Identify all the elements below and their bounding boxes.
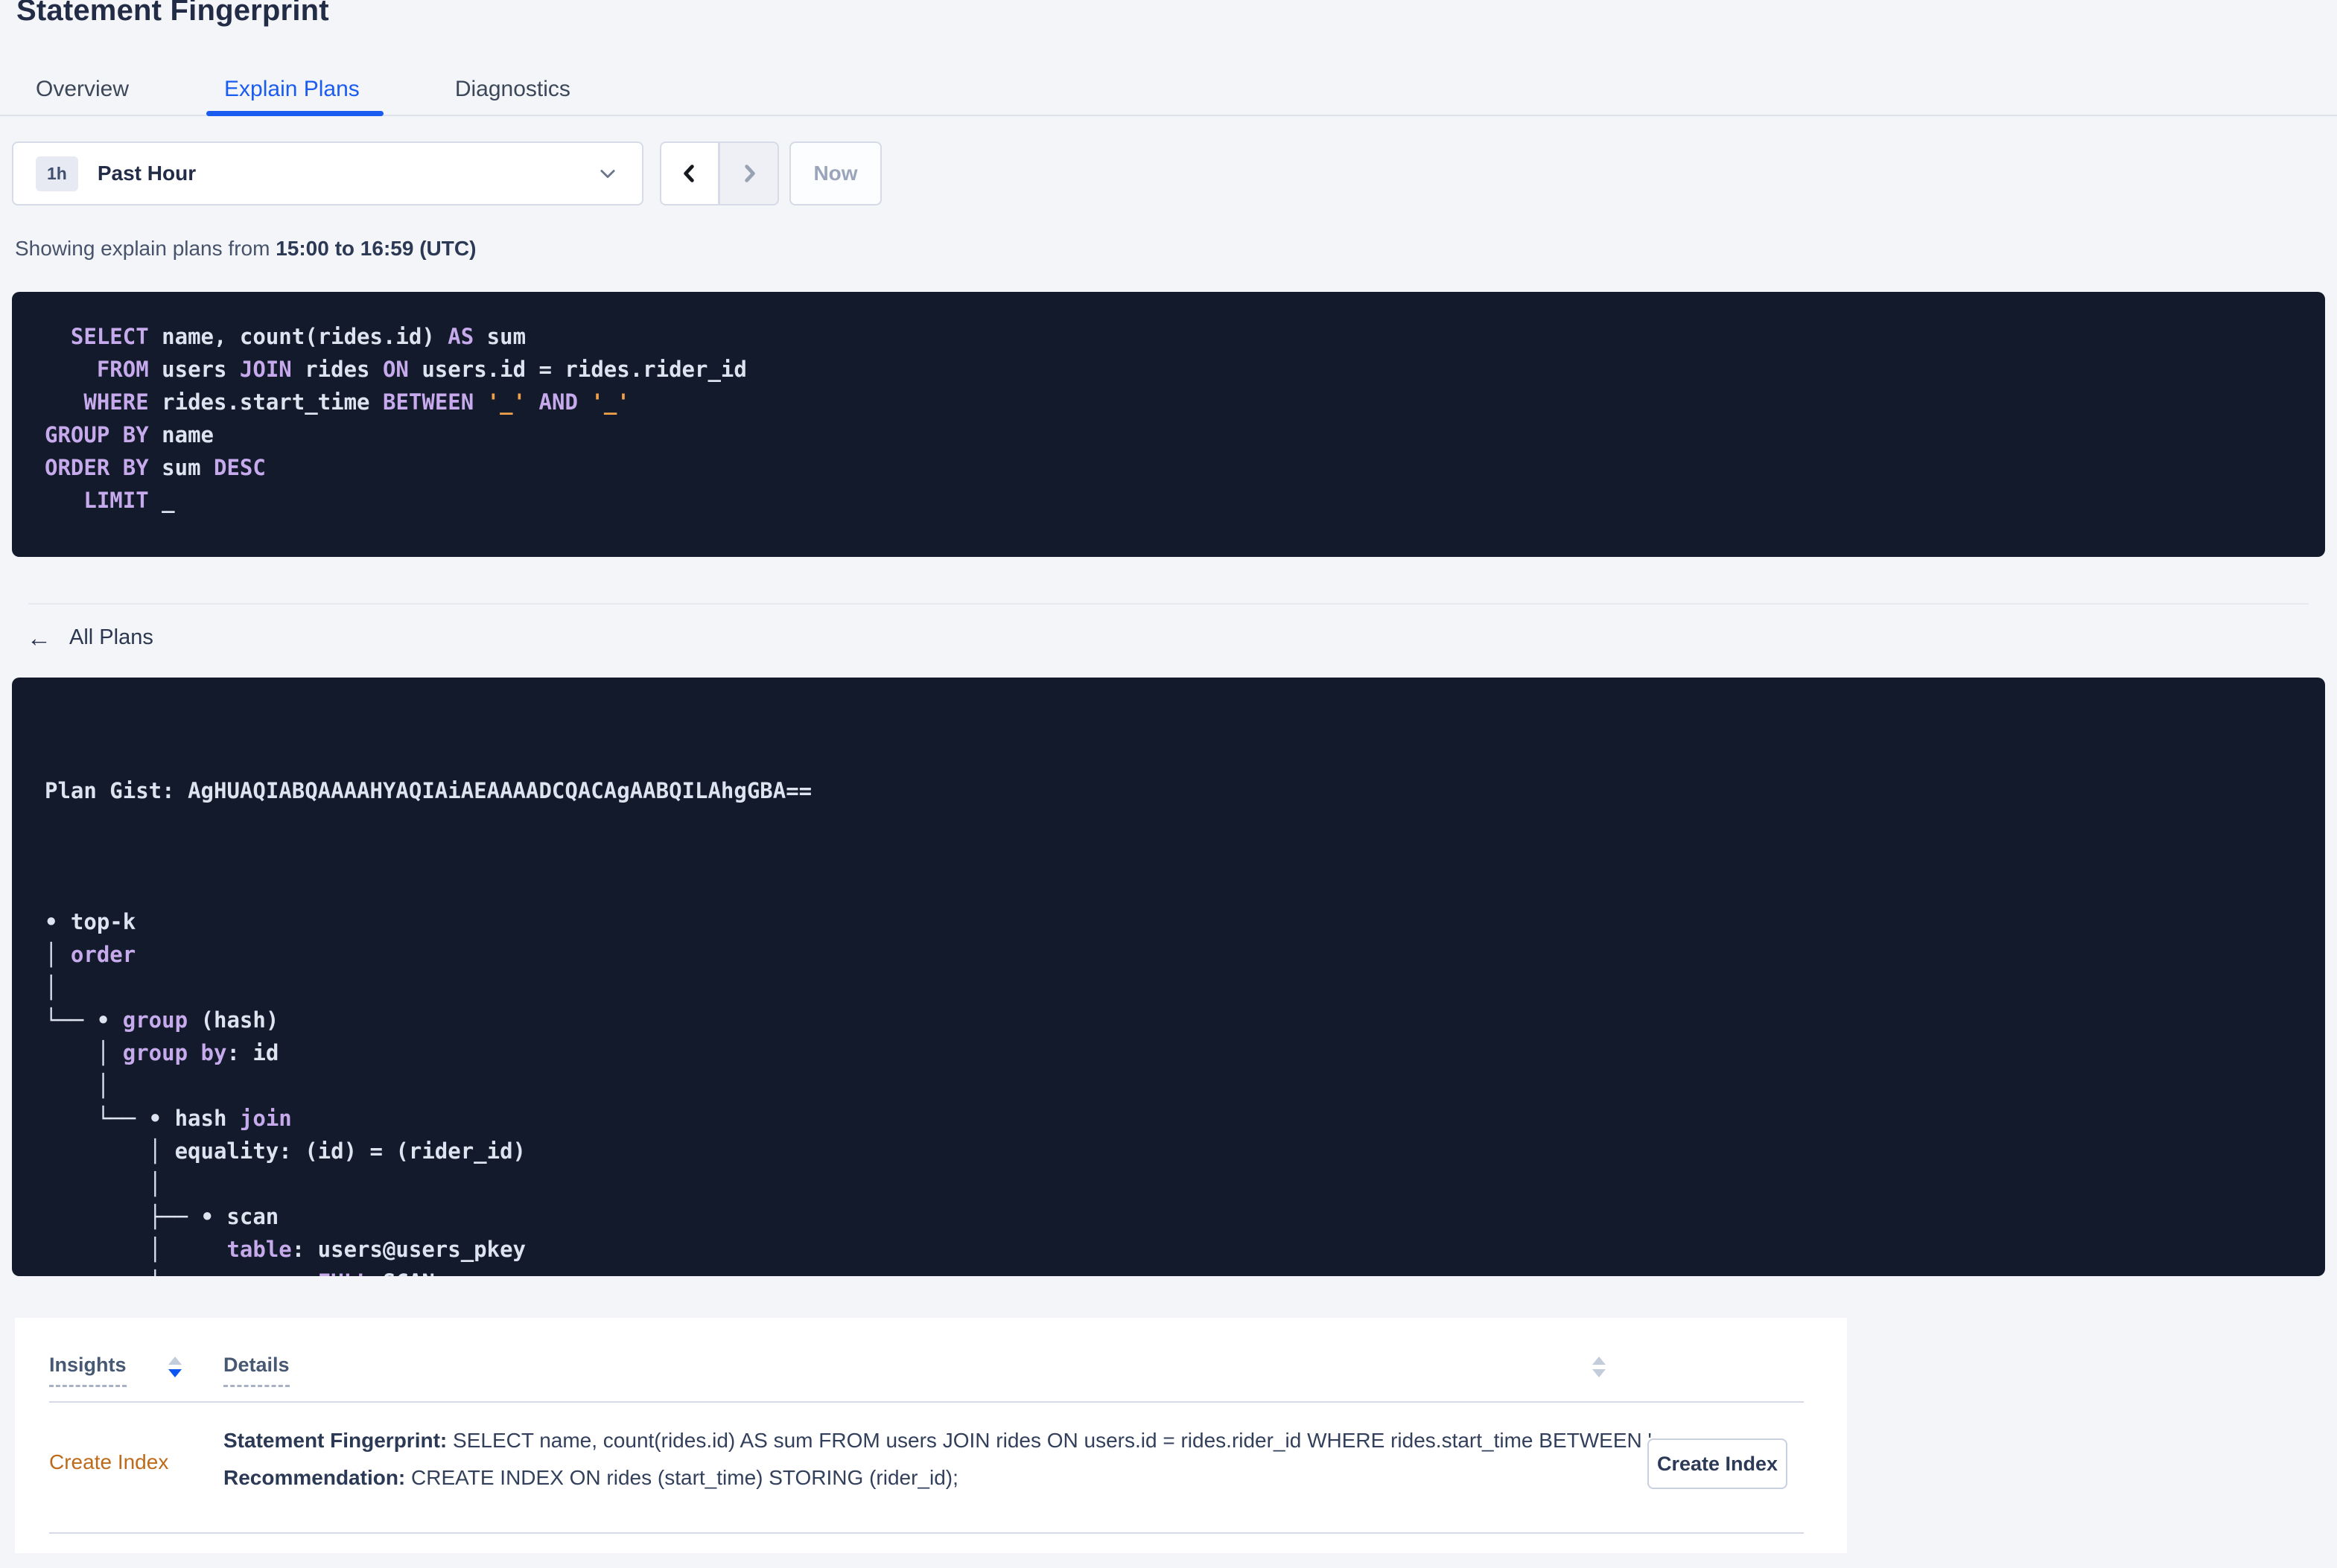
recommendation-detail-label: Recommendation: [223,1466,406,1489]
table-header-divider [49,1401,1804,1403]
sort-down-arrow-icon [1592,1369,1606,1377]
sql-statement-panel: SELECT name, count(rides.id) AS sum FROM… [12,292,2325,557]
section-divider [28,603,2309,605]
chevron-left-icon [678,160,702,187]
table-row-divider [49,1532,1804,1534]
insight-type-link[interactable]: Create Index [49,1450,168,1474]
plan-gist-line: Plan Gist: AgHUAQIABQAAAAHYAQIAiAEAAAADC… [45,774,2325,807]
time-range-pager [660,141,779,205]
tab-diagnostics[interactable]: Diagnostics [455,64,570,115]
tab-overview-label: Overview [36,77,130,101]
tab-overview[interactable]: Overview [36,64,129,115]
page-title: Statement Fingerprint [16,0,329,27]
previous-time-range-button[interactable] [660,141,719,205]
statement-fingerprint-detail: Statement Fingerprint: SELECT name, coun… [223,1422,1684,1459]
details-cell: Statement Fingerprint: SELECT name, coun… [223,1422,1684,1497]
sql-statement-code: SELECT name, count(rides.id) AS sum FROM… [45,324,747,513]
showing-range-text: Showing explain plans from 15:00 to 16:5… [15,237,476,261]
sort-up-arrow-icon [168,1357,182,1365]
sort-down-arrow-icon [168,1369,182,1377]
next-time-range-button[interactable] [719,141,779,205]
recommendation-detail: Recommendation: CREATE INDEX ON rides (s… [223,1459,1684,1497]
recommendation-detail-text: CREATE INDEX ON rides (start_time) STORI… [405,1466,958,1489]
all-plans-label: All Plans [69,625,153,649]
back-arrow-icon: ← [27,624,51,651]
column-header-details-label: Details [223,1354,290,1387]
chevron-down-icon [597,163,618,184]
statement-fingerprint-page: Statement Fingerprint Overview Explain P… [0,0,2337,1568]
tab-diagnostics-label: Diagnostics [454,77,570,101]
chevron-right-icon [737,160,761,187]
all-plans-back-link[interactable]: ← All Plans [27,625,153,650]
showing-range-value: 15:00 to 16:59 (UTC) [276,237,477,260]
plan-tree: • top-k │ order │ └── • group (hash) │ grou… [45,909,527,1276]
column-header-insights[interactable]: Insights [49,1354,127,1387]
tab-explain-plans-label: Explain Plans [224,77,360,101]
plan-gist-value: AgHUAQIABQAAAAHYAQIAiAEAAAADCQACAgAABQIL… [188,778,813,803]
insights-table: Insights Details Create Index Statement … [15,1318,1847,1553]
tabs: Overview Explain Plans Diagnostics [36,64,2337,116]
sort-icon-details[interactable] [1592,1357,1606,1377]
column-header-insights-label: Insights [49,1354,127,1387]
now-button[interactable]: Now [789,141,882,205]
create-index-button[interactable]: Create Index [1647,1438,1787,1489]
statement-fingerprint-detail-text: SELECT name, count(rides.id) AS sum FROM… [447,1429,1685,1452]
statement-fingerprint-detail-label: Statement Fingerprint: [223,1429,448,1452]
time-range-label: Past Hour [97,162,197,185]
plan-gist-code: Plan Gist: AgHUAQIABQAAAAHYAQIAiAEAAAADC… [12,678,2325,1276]
column-header-details[interactable]: Details [223,1354,290,1387]
plan-gist-label: Plan Gist: [45,778,188,803]
time-range-select[interactable]: 1h Past Hour [12,141,643,205]
sort-up-arrow-icon [1592,1357,1606,1365]
plan-gist-panel: Plan Gist: AgHUAQIABQAAAAHYAQIAiAEAAAADC… [12,678,2325,1276]
sort-icon-insights[interactable] [168,1357,182,1377]
showing-range-prefix: Showing explain plans from [15,237,276,260]
tab-bar: Overview Explain Plans Diagnostics [0,64,2337,116]
time-range-badge: 1h [36,156,78,191]
tab-explain-plans[interactable]: Explain Plans [206,64,384,116]
